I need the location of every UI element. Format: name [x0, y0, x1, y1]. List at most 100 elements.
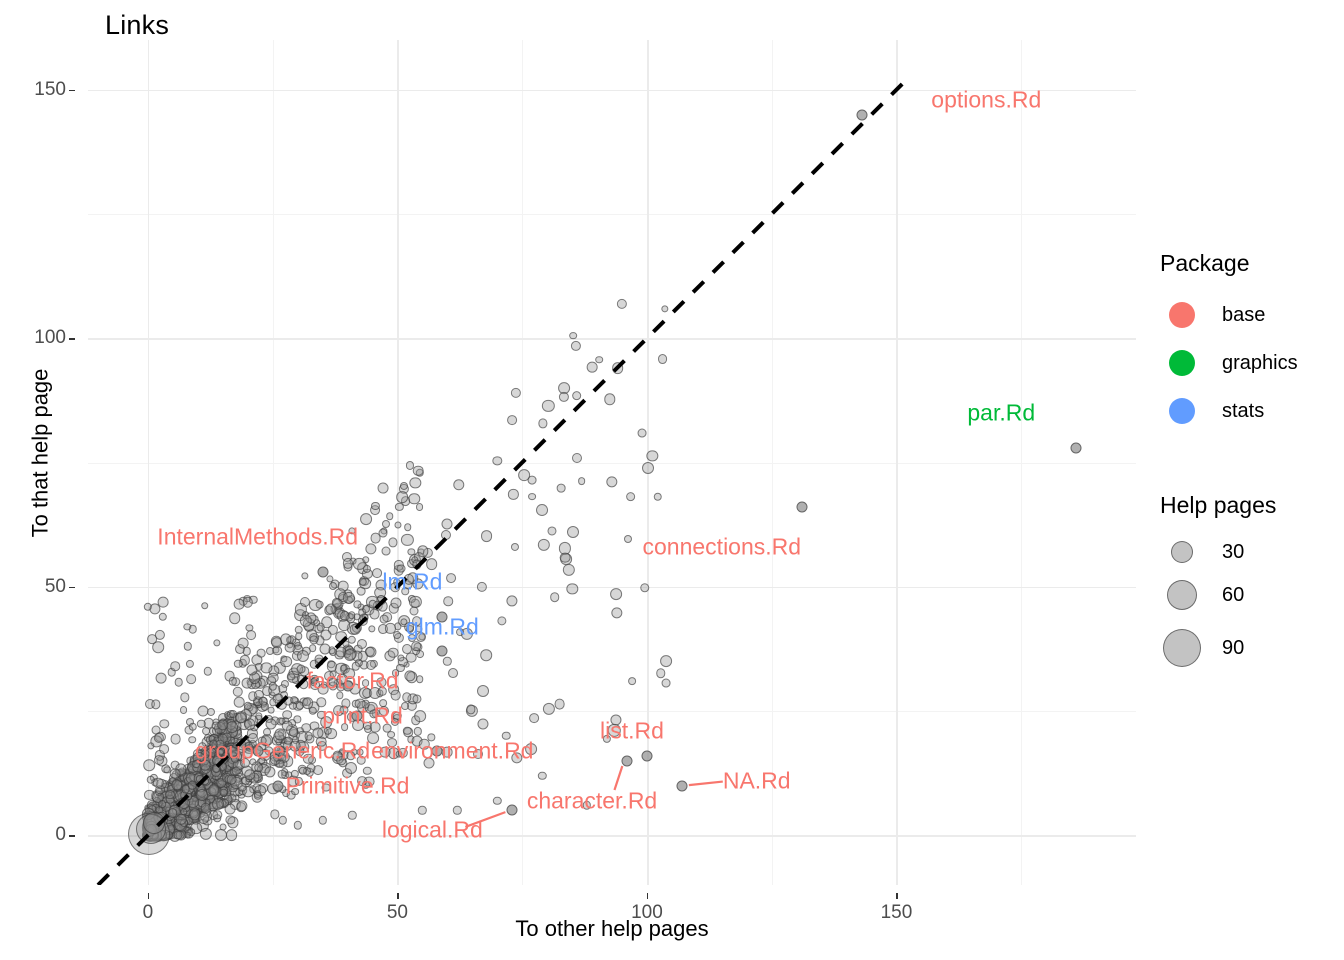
legend-swatch-icon: [1158, 291, 1206, 339]
point-label-environment-rd: environment.Rd: [371, 737, 534, 764]
legend-item-stats[interactable]: stats: [1158, 387, 1344, 435]
scatter-point: [595, 356, 604, 364]
point-label-options-rd: options.Rd: [931, 86, 1042, 113]
scatter-point: [411, 641, 421, 652]
point-label-connections-rd: connections.Rd: [642, 533, 802, 560]
scatter-point: [556, 483, 566, 493]
legend-size-circle-icon: [1158, 624, 1206, 672]
legend-item-base[interactable]: base: [1158, 291, 1344, 339]
scatter-point: [443, 596, 453, 606]
scatter-point: [569, 331, 578, 340]
scatter-point: [393, 631, 401, 640]
point-label-na-rd: NA.Rd: [722, 767, 791, 794]
scatter-point: [441, 518, 453, 530]
scatter-point: [349, 623, 361, 635]
labeled-scatter-point: [676, 780, 688, 792]
scatter-point: [571, 390, 582, 401]
y-tick-mark: [69, 338, 75, 340]
scatter-point: [265, 718, 277, 730]
legend-label: base: [1222, 303, 1266, 326]
scatter-point: [308, 644, 317, 653]
labeled-scatter-point: [272, 780, 284, 792]
scatter-point: [536, 504, 549, 517]
scatter-point: [571, 452, 582, 463]
legend-item-graphics[interactable]: graphics: [1158, 339, 1344, 387]
scatter-point: [246, 630, 256, 641]
scatter-point: [628, 677, 636, 685]
scatter-point: [358, 577, 368, 587]
chart-root: Links 0 50 100 150 options.Rd par.Rd connecti…: [0, 0, 1344, 960]
x-axis-label: To other help pages: [515, 916, 709, 941]
y-tick-label: 0: [55, 824, 66, 846]
point-label-groupgeneric-rd: groupGeneric.Rd: [195, 737, 371, 764]
scatter-point: [152, 641, 165, 653]
scatter-point: [316, 623, 325, 632]
legend-swatch-icon: [1158, 387, 1206, 435]
scatter-point: [356, 586, 366, 596]
scatter-point: [196, 788, 209, 801]
scatter-point: [301, 723, 311, 733]
legend-size-label: 60: [1222, 583, 1245, 606]
scatter-point: [361, 613, 369, 621]
labeled-scatter-point: [856, 109, 868, 121]
scatter-point: [329, 581, 338, 590]
scatter-point: [554, 698, 565, 710]
labeled-scatter-point: [506, 804, 518, 816]
labeled-scatter-point: [641, 750, 653, 762]
scatter-point: [611, 362, 624, 374]
scatter-point: [390, 597, 402, 609]
scatter-point: [280, 655, 292, 668]
scatter-point: [480, 649, 492, 662]
size-legend-item-90[interactable]: 90: [1158, 619, 1344, 677]
legend-label: stats: [1222, 399, 1265, 422]
scatter-point: [609, 588, 622, 600]
x-tick-mark: [646, 893, 649, 899]
point-label-list-rd: list.Rd: [600, 717, 664, 744]
scatter-point: [641, 461, 654, 474]
scatter-point: [445, 573, 456, 584]
scatter-point: [146, 775, 155, 785]
scatter-point: [184, 831, 191, 839]
scatter-point: [661, 679, 671, 688]
scatter-point: [547, 526, 557, 536]
scatter-point: [347, 611, 356, 619]
scatter-point: [175, 813, 187, 825]
scatter-point: [226, 774, 237, 785]
scatter-point: [174, 677, 184, 687]
scatter-point: [507, 414, 518, 425]
scatter-point: [416, 675, 424, 684]
scatter-point: [267, 706, 275, 714]
helppages-size-legend: Help pages 30 60 90: [1158, 492, 1344, 677]
scatter-point: [577, 477, 586, 485]
scatter-point: [448, 668, 459, 679]
scatter-point: [233, 598, 245, 610]
x-tick-mark: [896, 893, 898, 899]
scatter-point: [653, 492, 663, 502]
scatter-point: [401, 643, 412, 654]
scatter-point: [414, 710, 427, 722]
scatter-point: [378, 482, 389, 494]
legend-size-circle-icon: [1158, 571, 1206, 619]
scatter-point: [415, 502, 424, 511]
scatter-point: [314, 654, 324, 664]
y-tick-mark: [69, 89, 75, 92]
scatter-point: [404, 523, 412, 531]
y-axis-label: To that help page: [27, 368, 53, 538]
scatter-point: [179, 706, 188, 714]
point-label-glm-rd: glm.Rd: [405, 613, 479, 640]
scatter-point: [158, 744, 169, 755]
scatter-point: [181, 784, 190, 794]
scatter-point: [142, 811, 165, 834]
scatter-point: [202, 727, 211, 736]
package-legend-title: Package: [1160, 250, 1250, 276]
scatter-point: [228, 612, 241, 624]
legend-swatch-icon: [1158, 339, 1206, 387]
scatter-point: [623, 534, 632, 543]
scatter-point: [157, 597, 169, 608]
scatter-point: [170, 661, 181, 671]
size-legend-item-30[interactable]: 30: [1158, 533, 1344, 571]
scatter-point: [377, 594, 386, 603]
scatter-point: [660, 655, 673, 668]
size-legend-item-60[interactable]: 60: [1158, 571, 1344, 619]
scatter-point: [212, 797, 225, 810]
